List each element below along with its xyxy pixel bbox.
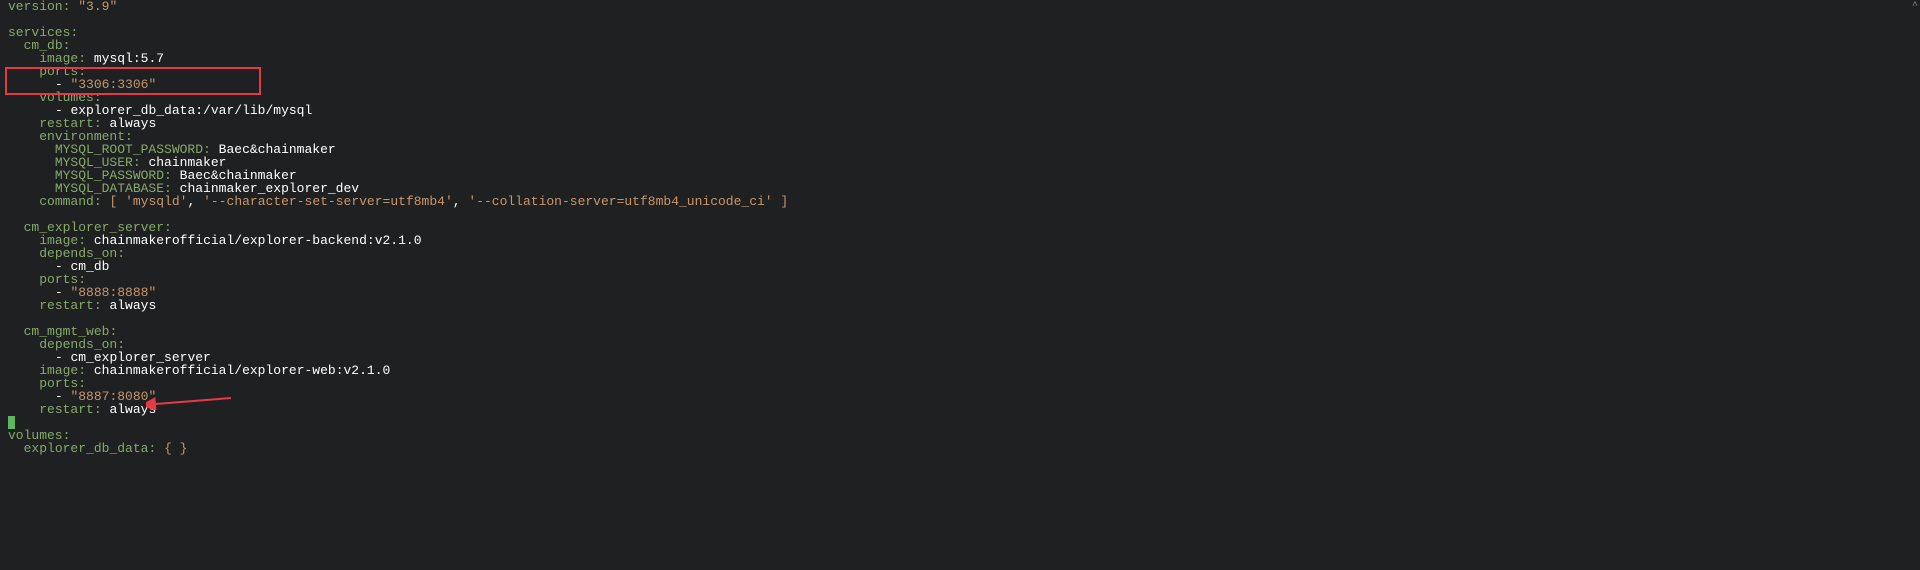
code-line: cm_db:	[8, 39, 1912, 52]
code-line: command: [ 'mysqld', '--character-set-se…	[8, 195, 1912, 208]
code-line: MYSQL_ROOT_PASSWORD: Baec&chainmaker	[8, 143, 1912, 156]
code-line: cm_mgmt_web:	[8, 325, 1912, 338]
code-line: ports:	[8, 377, 1912, 390]
code-line: depends_on:	[8, 338, 1912, 351]
code-line	[8, 208, 1912, 221]
code-line: ports:	[8, 273, 1912, 286]
code-line: ports:	[8, 65, 1912, 78]
code-line	[8, 312, 1912, 325]
code-line: volumes:	[8, 429, 1912, 442]
code-line: - "8887:8080"	[8, 390, 1912, 403]
code-line: restart: always	[8, 117, 1912, 130]
code-line: services:	[8, 26, 1912, 39]
scroll-up-indicator: ^	[1912, 2, 1918, 12]
code-line: restart: always	[8, 299, 1912, 312]
code-line: image: chainmakerofficial/explorer-web:v…	[8, 364, 1912, 377]
code-line: depends_on:	[8, 247, 1912, 260]
code-line: version: "3.9"	[8, 0, 1912, 13]
code-line	[8, 13, 1912, 26]
code-line: - cm_db	[8, 260, 1912, 273]
code-line: explorer_db_data: { }	[8, 442, 1912, 455]
code-line: - explorer_db_data:/var/lib/mysql	[8, 104, 1912, 117]
yaml-editor[interactable]: version: "3.9" services: cm_db: image: m…	[0, 0, 1920, 455]
code-line: image: mysql:5.7	[8, 52, 1912, 65]
code-line: image: chainmakerofficial/explorer-backe…	[8, 234, 1912, 247]
code-line: - "3306:3306"	[8, 78, 1912, 91]
code-line: restart: always	[8, 403, 1912, 416]
code-line	[8, 416, 1912, 429]
code-line: - "8888:8888"	[8, 286, 1912, 299]
